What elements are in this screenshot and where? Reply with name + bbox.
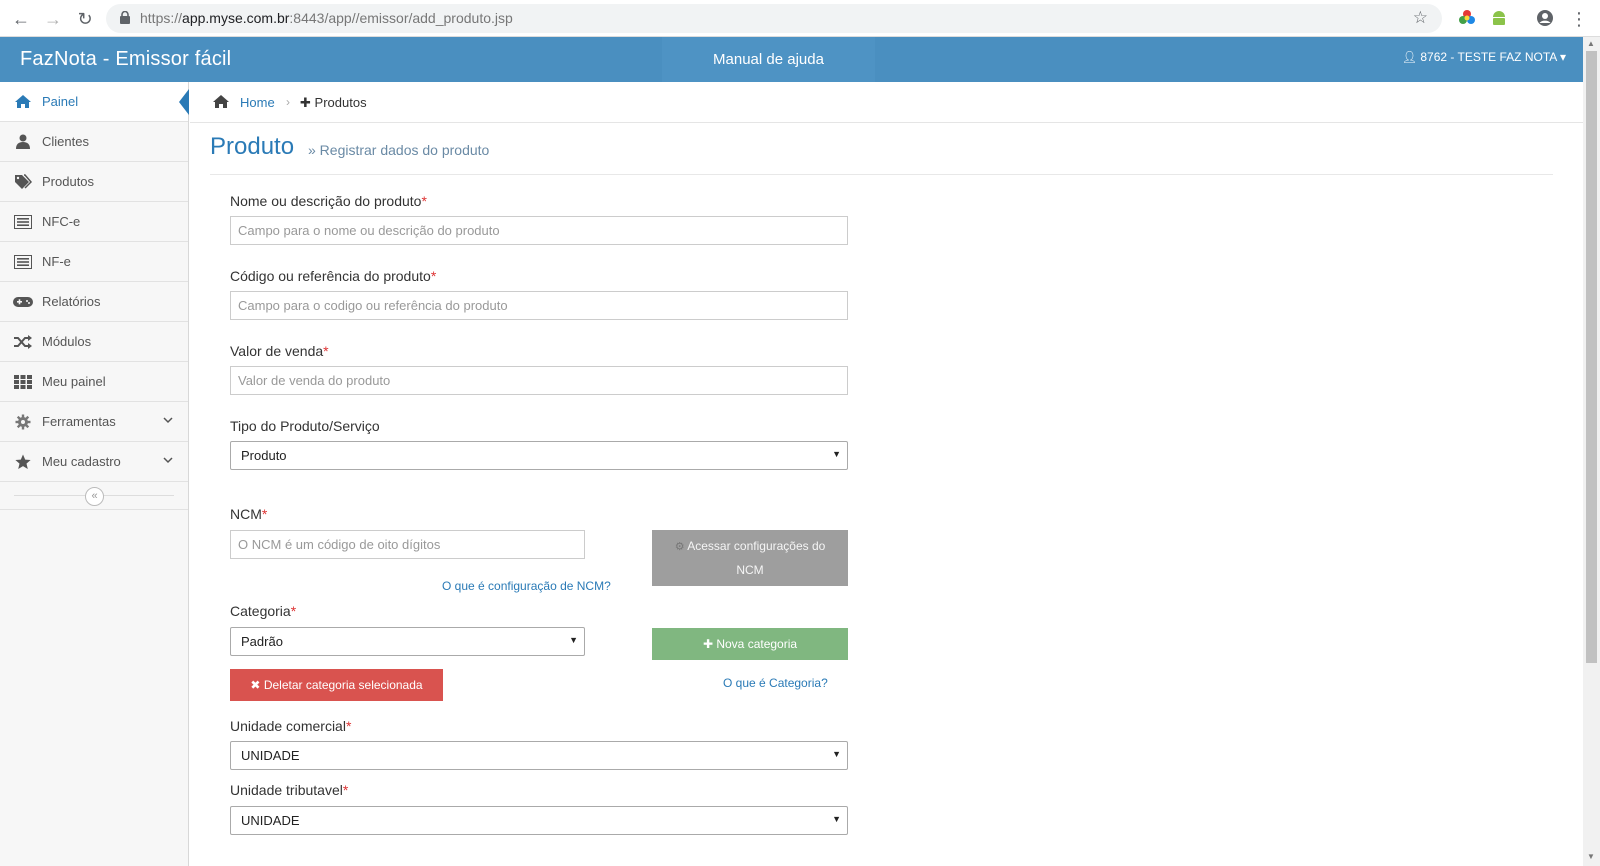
gear-icon: ⚙ xyxy=(674,541,685,553)
page-title: Produto xyxy=(210,133,295,160)
bookmark-star-icon[interactable]: ☆ xyxy=(1413,8,1428,28)
gamepad-icon xyxy=(13,294,33,310)
back-icon[interactable]: ← xyxy=(10,8,32,30)
close-icon: ✖ xyxy=(250,678,261,692)
breadcrumb-home-link[interactable]: Home xyxy=(240,95,275,110)
home-icon xyxy=(13,94,33,110)
breadcrumb-separator-icon: › xyxy=(286,95,290,109)
sidebar-item-clientes[interactable]: Clientes xyxy=(0,122,188,162)
sidebar: Painel Clientes Produtos NFC-e NF-e Rela… xyxy=(0,82,189,866)
user-icon: 👤︎ xyxy=(1401,50,1418,64)
browser-toolbar: ← → ↻ https://app.myse.com.br:8443/app//… xyxy=(0,0,1600,37)
dropdown-arrow-icon: ▼ xyxy=(832,814,841,824)
sidebar-collapse-row: « xyxy=(0,482,188,510)
scroll-up-icon[interactable]: ▲ xyxy=(1587,39,1595,48)
dropdown-arrow-icon: ▼ xyxy=(569,635,578,645)
ncm-label: NCM* xyxy=(230,506,268,522)
categoria-select[interactable]: Padrão ▼ xyxy=(230,627,585,656)
ncm-help-link[interactable]: O que é configuração de NCM? xyxy=(442,579,611,593)
sidebar-item-produtos[interactable]: Produtos xyxy=(0,162,188,202)
codigo-input[interactable]: Campo para o codigo ou referência do pro… xyxy=(230,291,848,320)
page-subtitle: » Registrar dados do produto xyxy=(308,142,490,158)
double-chevron-left-icon[interactable]: « xyxy=(85,487,104,506)
unidade-comercial-label: Unidade comercial* xyxy=(230,718,352,734)
star-icon xyxy=(13,454,33,470)
sidebar-item-modulos[interactable]: Módulos xyxy=(0,322,188,362)
profile-icon[interactable] xyxy=(1536,9,1554,27)
random-icon xyxy=(13,334,33,350)
sidebar-item-nfce[interactable]: NFC-e xyxy=(0,202,188,242)
unidade-comercial-select[interactable]: UNIDADE ▼ xyxy=(230,741,848,770)
gear-icon xyxy=(13,414,33,430)
sidebar-item-ferramentas[interactable]: Ferramentas xyxy=(0,402,188,442)
url-text: https://app.myse.com.br:8443/app//emisso… xyxy=(140,10,513,26)
categoria-label: Categoria* xyxy=(230,603,297,619)
user-icon xyxy=(13,134,33,150)
chevron-down-icon[interactable] xyxy=(163,455,173,465)
grid-icon xyxy=(13,374,33,390)
list-icon xyxy=(13,214,33,230)
browser-menu-icon[interactable]: ⋮ xyxy=(1568,8,1590,30)
brand-title[interactable]: FazNota - Emissor fácil xyxy=(20,48,231,71)
lock-icon xyxy=(120,11,130,24)
unidade-tributavel-label: Unidade tributavel* xyxy=(230,782,349,798)
chevron-down-icon[interactable] xyxy=(163,415,173,425)
sidebar-item-meu-painel[interactable]: Meu painel xyxy=(0,362,188,402)
ncm-input[interactable]: O NCM é um código de oito dígitos xyxy=(230,530,585,559)
main-content: Home › ✚ Produtos Produto » Registrar da… xyxy=(190,82,1583,866)
nome-label: Nome ou descrição do produto* xyxy=(230,193,427,209)
caret-down-icon: ▾ xyxy=(1559,50,1566,64)
address-bar[interactable]: https://app.myse.com.br:8443/app//emisso… xyxy=(106,4,1442,33)
forward-icon[interactable]: → xyxy=(42,8,64,30)
tipo-label: Tipo do Produto/Serviço xyxy=(230,418,380,434)
scroll-down-icon[interactable]: ▼ xyxy=(1587,852,1595,861)
categoria-help-link[interactable]: O que é Categoria? xyxy=(723,676,828,690)
sidebar-item-nfe[interactable]: NF-e xyxy=(0,242,188,282)
plus-icon: ✚ xyxy=(702,637,713,651)
tipo-select[interactable]: Produto ▼ xyxy=(230,441,848,470)
app-header: FazNota - Emissor fácil Manual de ajuda … xyxy=(0,37,1583,82)
deletar-categoria-button[interactable]: ✖ Deletar categoria selecionada xyxy=(230,669,443,701)
ncm-config-button[interactable]: ⚙ Acessar configurações do NCM xyxy=(652,530,848,586)
codigo-label: Código ou referência do produto* xyxy=(230,268,437,284)
list-icon xyxy=(13,254,33,270)
sidebar-item-relatorios[interactable]: Relatórios xyxy=(0,282,188,322)
dropdown-arrow-icon: ▼ xyxy=(832,449,841,459)
valor-input[interactable]: Valor de venda do produto xyxy=(230,366,848,395)
divider xyxy=(210,174,1553,175)
unidade-tributavel-select[interactable]: UNIDADE ▼ xyxy=(230,806,848,835)
tags-icon xyxy=(13,174,33,190)
valor-label: Valor de venda* xyxy=(230,343,329,359)
breadcrumb: Home › ✚ Produtos xyxy=(190,82,1583,123)
page-scrollbar[interactable]: ▲ ▼ xyxy=(1583,37,1600,866)
color-wheel-extension-icon[interactable] xyxy=(1458,9,1476,27)
breadcrumb-current: ✚ Produtos xyxy=(300,95,367,110)
home-icon xyxy=(213,95,229,108)
user-menu[interactable]: 👤︎ 8762 - TESTE FAZ NOTA ▾ xyxy=(1402,50,1566,64)
reload-icon[interactable]: ↻ xyxy=(74,8,96,30)
nome-input[interactable]: Campo para o nome ou descrição do produt… xyxy=(230,216,848,245)
nova-categoria-button[interactable]: ✚ Nova categoria xyxy=(652,628,848,660)
plus-icon: ✚ xyxy=(300,95,311,110)
dropdown-arrow-icon: ▼ xyxy=(832,749,841,759)
scrollbar-thumb[interactable] xyxy=(1586,51,1597,663)
android-extension-icon[interactable] xyxy=(1490,9,1508,27)
help-manual-link[interactable]: Manual de ajuda xyxy=(662,37,875,82)
sidebar-item-painel[interactable]: Painel xyxy=(0,82,189,122)
sidebar-item-meu-cadastro[interactable]: Meu cadastro xyxy=(0,442,188,482)
